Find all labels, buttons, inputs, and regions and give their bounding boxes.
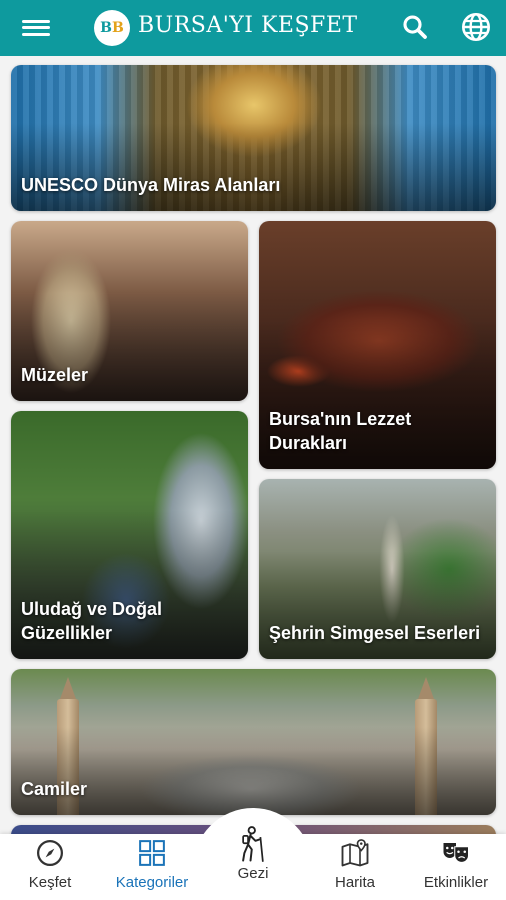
category-label: Uludağ ve Doğal Güzellikler [21,599,163,643]
nav-tab-kategoriler[interactable]: Kategoriler [102,838,202,894]
category-card-museums[interactable]: Müzeler [11,221,248,401]
category-label: Camiler [21,779,88,799]
hamburger-menu-icon[interactable] [22,14,50,42]
search-icon[interactable] [400,12,430,42]
theater-masks-icon [443,843,469,863]
hiker-icon [242,826,264,862]
card-shade [11,727,496,815]
app-bar: BB BURSA'YI KEŞFET [0,0,506,56]
category-card-mosques[interactable]: Camiler [11,669,496,815]
category-label: UNESCO Dünya Miras Alanları [21,175,281,195]
card-shade [11,123,496,211]
category-card-unesco[interactable]: UNESCO Dünya Miras Alanları [11,65,496,211]
nav-tab-harita[interactable]: Harita [305,838,405,894]
category-label: Bursa'nın Lezzet Durakları [269,409,412,453]
nav-label: Etkinlikler [423,874,489,891]
nav-tab-etkinlikler[interactable]: Etkinlikler [406,838,506,894]
category-card-food[interactable]: Bursa'nın Lezzet Durakları [259,221,496,469]
nav-label: Keşfet [28,874,72,891]
nav-tab-kesfet[interactable]: Keşfet [0,838,100,894]
globe-language-icon[interactable] [460,11,492,43]
app-logo: BB [94,10,130,46]
nav-tab-gezi[interactable]: Gezi [203,826,303,882]
app-title: BURSA'YI KEŞFET [138,13,358,38]
map-icon [341,839,369,867]
category-label: Şehrin Simgesel Eserleri [269,623,481,643]
category-card-nature[interactable]: Uludağ ve Doğal Güzellikler [11,411,248,659]
nav-label: Kategoriler [115,874,189,891]
category-label: Müzeler [21,365,89,385]
grid-icon [139,840,165,866]
nav-label: Gezi [237,865,269,882]
compass-icon [37,840,63,866]
nav-label: Harita [334,874,375,891]
category-card-landmarks[interactable]: Şehrin Simgesel Eserleri [259,479,496,659]
